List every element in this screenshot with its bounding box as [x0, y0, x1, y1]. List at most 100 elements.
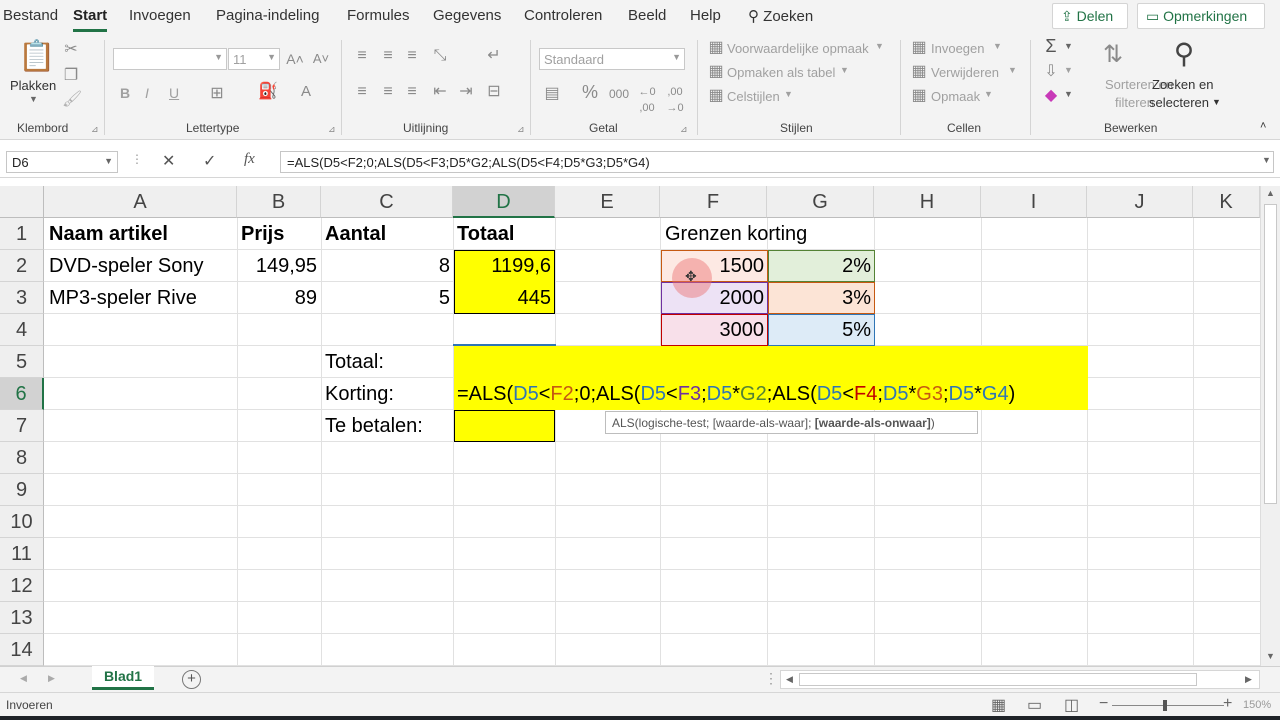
tab-controleren[interactable]: Controleren — [524, 7, 602, 24]
number-launcher-icon[interactable]: ⊿ — [680, 124, 688, 135]
italic-button[interactable]: I — [145, 85, 149, 101]
fill-icon[interactable]: ⇩ — [1042, 64, 1060, 80]
conditional-format-button[interactable]: Voorwaardelijke opmaak — [727, 41, 869, 56]
paste-dropdown-icon[interactable]: ▼ — [29, 94, 38, 104]
decrease-decimal-icon[interactable]: ,00 →0 — [664, 84, 686, 116]
splitter-handle-icon[interactable]: ⋮ — [764, 670, 778, 687]
cell-styles-icon[interactable]: ▦ — [707, 88, 725, 104]
row-header-2[interactable]: 2 — [0, 250, 44, 282]
row-header-8[interactable]: 8 — [0, 442, 44, 474]
cell-B1[interactable]: Prijs — [237, 218, 288, 250]
row-header-1[interactable]: 1 — [0, 218, 44, 250]
find-select-label-2[interactable]: selecteren — [1149, 95, 1209, 110]
delete-cells-icon[interactable]: ▦ — [910, 64, 928, 80]
next-sheet-icon[interactable]: ▶ — [48, 673, 55, 684]
insert-function-button[interactable]: fx — [244, 151, 255, 168]
enter-icon[interactable]: ✓ — [203, 151, 216, 171]
share-button[interactable]: ⇪ Delen — [1052, 3, 1128, 29]
cell-styles-button[interactable]: Celstijlen — [727, 89, 780, 104]
zoom-slider-thumb[interactable] — [1163, 700, 1167, 711]
cell-C3[interactable]: 5 — [322, 282, 454, 314]
cell-A1[interactable]: Naam artikel — [45, 218, 172, 250]
tab-start[interactable]: Start — [73, 7, 108, 32]
tab-help[interactable]: Help — [690, 7, 721, 24]
underline-button[interactable]: U — [169, 85, 179, 101]
collapse-ribbon-icon[interactable]: ˄ — [1260, 120, 1266, 132]
name-box[interactable]: D6 ▼ — [6, 151, 118, 173]
select-all-corner[interactable] — [0, 186, 44, 218]
add-sheet-icon[interactable]: + — [182, 670, 201, 689]
comma-style-icon[interactable]: 000 — [608, 86, 630, 102]
tab-pagina-indeling[interactable]: Pagina-indeling — [216, 7, 319, 24]
copy-icon[interactable]: ❐ — [62, 68, 80, 84]
clear-icon[interactable]: ◆ — [1042, 88, 1060, 104]
horizontal-scrollbar[interactable]: ◀ ▶ — [780, 670, 1260, 689]
percent-icon[interactable]: % — [580, 83, 600, 101]
row-header-10[interactable]: 10 — [0, 506, 44, 538]
bold-button[interactable]: B — [120, 85, 130, 101]
zoom-level[interactable]: 150% — [1243, 699, 1271, 711]
format-painter-icon[interactable]: 🖌 — [62, 92, 82, 108]
font-color-icon[interactable]: A — [297, 84, 315, 100]
tab-invoegen[interactable]: Invoegen — [129, 7, 191, 24]
merge-center-icon[interactable]: ⊟ — [484, 84, 504, 100]
clipboard-launcher-icon[interactable]: ⊿ — [91, 124, 99, 135]
scroll-right-icon[interactable]: ▶ — [1245, 674, 1252, 685]
column-header-A[interactable]: A — [44, 186, 237, 218]
number-format-select[interactable]: Standaard ▼ — [539, 48, 685, 70]
row-header-7[interactable]: 7 — [0, 410, 44, 442]
format-as-table-button[interactable]: Opmaken als tabel — [727, 65, 835, 80]
find-select-label-1[interactable]: Zoeken en — [1152, 77, 1213, 92]
column-header-D[interactable]: D — [453, 186, 555, 218]
column-header-J[interactable]: J — [1087, 186, 1193, 218]
scroll-down-icon[interactable]: ▼ — [1266, 651, 1275, 661]
cell-F1[interactable]: Grenzen korting — [661, 218, 811, 250]
sheet-tab-blad1[interactable]: Blad1 — [92, 666, 154, 690]
align-center-icon[interactable]: ≡ — [378, 84, 398, 100]
column-header-B[interactable]: B — [237, 186, 321, 218]
zoom-in-icon[interactable]: + — [1223, 695, 1232, 713]
font-launcher-icon[interactable]: ⊿ — [328, 124, 336, 135]
zoom-out-icon[interactable]: − — [1099, 695, 1108, 713]
row-header-13[interactable]: 13 — [0, 602, 44, 634]
cell-C7[interactable]: Te betalen: — [321, 410, 427, 442]
cell-C2[interactable]: 8 — [322, 250, 454, 282]
borders-icon[interactable]: ⊞ — [208, 86, 226, 102]
insert-cells-button[interactable]: Invoegen — [931, 41, 985, 56]
tab-bestand[interactable]: Bestand — [3, 7, 58, 24]
autosum-icon[interactable]: Σ — [1042, 37, 1060, 55]
cell-D6-edit[interactable]: =ALS(D5<F2;0;ALS(D5<F3;D5*G2;ALS(D5<F4;D… — [454, 378, 1018, 410]
cell-D1[interactable]: Totaal — [453, 218, 518, 250]
cell-G4[interactable]: 5% — [768, 314, 875, 346]
search-tell-me[interactable]: ⚲ Zoeken — [748, 7, 813, 25]
paste-icon[interactable]: 📋 — [18, 40, 55, 74]
font-size-select[interactable]: 11 ▼ — [228, 48, 280, 70]
sort-filter-icon[interactable]: ⇅ — [1096, 40, 1130, 70]
align-middle-icon[interactable]: ≡ — [378, 48, 398, 64]
cell-G2[interactable]: 2% — [768, 250, 875, 282]
align-left-icon[interactable]: ≡ — [352, 84, 372, 100]
scroll-left-icon[interactable]: ◀ — [786, 674, 793, 685]
scroll-up-icon[interactable]: ▲ — [1266, 188, 1275, 198]
formula-input[interactable]: =ALS(D5<F2;0;ALS(D5<F3;D5*G2;ALS(D5<F4;D… — [280, 151, 1274, 173]
comments-button[interactable]: ▭ Opmerkingen — [1137, 3, 1265, 29]
font-name-select[interactable]: ▼ — [113, 48, 227, 70]
align-top-icon[interactable]: ≡ — [352, 48, 372, 64]
align-right-icon[interactable]: ≡ — [402, 84, 422, 100]
format-table-icon[interactable]: ▦ — [707, 64, 725, 80]
cell-D2[interactable]: 1199,6 — [454, 250, 555, 282]
format-cells-icon[interactable]: ▦ — [910, 88, 928, 104]
column-header-E[interactable]: E — [555, 186, 660, 218]
decrease-font-icon[interactable]: A˅ — [312, 51, 330, 67]
cancel-icon[interactable]: ✕ — [162, 151, 175, 171]
cell-C5[interactable]: Totaal: — [321, 346, 388, 378]
find-select-icon[interactable]: ⚲ — [1166, 38, 1202, 70]
row-header-3[interactable]: 3 — [0, 282, 44, 314]
tab-beeld[interactable]: Beeld — [628, 7, 666, 24]
format-cells-button[interactable]: Opmaak — [931, 89, 980, 104]
fill-color-icon[interactable]: ⛽ — [258, 84, 278, 100]
increase-font-icon[interactable]: A˄ — [286, 51, 304, 67]
column-header-K[interactable]: K — [1193, 186, 1260, 218]
paste-button[interactable]: Plakken — [10, 78, 56, 93]
increase-indent-icon[interactable]: ⇥ — [456, 84, 476, 100]
